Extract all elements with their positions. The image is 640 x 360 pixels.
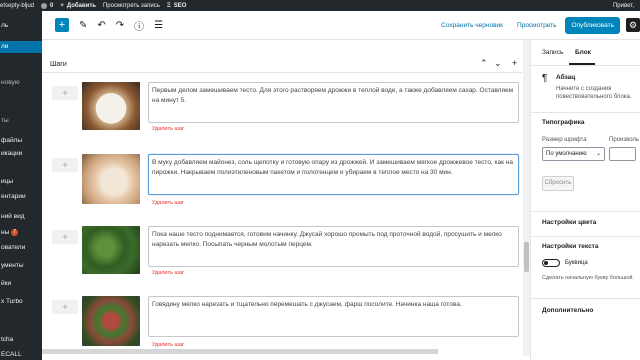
custom-size-input[interactable] — [609, 147, 636, 161]
step-text-field[interactable]: Пока наше тесто поднимается, готовим нач… — [148, 226, 519, 267]
admin-bar: etsepty-bljud 0 + Добавить Просмотреть за… — [0, 0, 640, 11]
content-scrollbar[interactable] — [523, 40, 530, 356]
font-size-label: Размер шрифта — [542, 137, 587, 143]
step-image[interactable] — [82, 296, 140, 346]
comments-link[interactable]: 0 — [41, 2, 54, 9]
menu-item-add-new[interactable]: новую — [0, 77, 42, 89]
menu-item-tools[interactable]: ументы — [0, 260, 42, 272]
seo-icon: Ξ — [166, 2, 171, 9]
advanced-section[interactable]: Дополнительно — [531, 298, 640, 328]
site-name-link[interactable]: etsepty-bljud — [0, 3, 34, 9]
editor-content: Шаги ⌃ ⌄ + + Первым делом замешиваем тес… — [42, 40, 530, 360]
menu-item-turbo[interactable]: x Turbo — [0, 296, 42, 308]
delete-step-link[interactable]: Удалить шаг — [152, 270, 184, 276]
seo-label: SEO — [173, 2, 187, 9]
settings-sidebar: Запись Блок ¶ Абзац Начните с создания п… — [530, 40, 640, 360]
menu-item-recall[interactable]: ECALL — [0, 349, 42, 360]
step-text-field[interactable]: В муку добавляем майонез, соль щепотку и… — [148, 154, 519, 195]
add-step-icon[interactable]: + — [512, 58, 517, 68]
dropcap-toggle[interactable] — [542, 259, 560, 267]
tab-block[interactable]: Блок — [575, 49, 591, 56]
view-post-link[interactable]: Просмотреть запись — [103, 3, 160, 9]
horizontal-scrollbar[interactable] — [42, 349, 438, 354]
steps-block-header: Шаги ⌃ ⌄ + — [42, 55, 522, 73]
menu-item-users[interactable]: ователи — [0, 242, 42, 254]
expand-down-icon[interactable]: ⌄ — [494, 58, 502, 69]
plugins-update-badge: 7 — [11, 228, 19, 236]
sidebar-tabs: Запись Блок — [531, 40, 640, 66]
editor-toolbar: + ✎ ↶ ↷ ⓘ ☰ Сохранить черновик Просмотре… — [42, 11, 640, 40]
block-description: Начните с создания повествовательного бл… — [556, 86, 632, 100]
drag-handle-icon[interactable]: + — [52, 300, 78, 314]
preview-button[interactable]: Просмотреть — [517, 22, 556, 29]
save-draft-button[interactable]: Сохранить черновик — [441, 22, 503, 29]
menu-item-3[interactable]: ты — [0, 115, 42, 127]
plugins-label: ны — [1, 229, 10, 236]
publish-button[interactable]: Опубликовать — [565, 16, 620, 34]
typography-section: Типографика Размер шрифта Произволь — [531, 112, 640, 216]
delete-step-link[interactable]: Удалить шаг — [152, 200, 184, 206]
content-scrollbar-thumb[interactable] — [524, 242, 529, 272]
collapse-up-icon[interactable]: ⌃ — [480, 58, 488, 69]
advanced-title[interactable]: Дополнительно — [542, 307, 593, 314]
seo-menu[interactable]: Ξ SEO — [167, 3, 187, 9]
delete-step-link[interactable]: Удалить шаг — [152, 342, 184, 348]
color-settings-title[interactable]: Настройки цвета — [542, 219, 596, 226]
undo-icon[interactable]: ↶ — [97, 20, 105, 31]
admin-side-menu: ль ли новую ты файлы икации ицы ентарии … — [0, 11, 42, 360]
menu-item-posts[interactable]: ли — [0, 41, 42, 53]
drag-handle-icon[interactable]: + — [52, 86, 78, 100]
menu-item-appearance[interactable]: ний вид — [0, 211, 42, 223]
dropcap-help: Сделать начальную букву большой. — [542, 275, 635, 281]
step-image[interactable] — [82, 82, 140, 130]
block-name: Абзац — [556, 74, 576, 81]
menu-item-0[interactable]: ль — [0, 20, 42, 32]
new-content-link[interactable]: + Добавить — [60, 3, 96, 9]
comments-count: 0 — [50, 2, 54, 9]
custom-size-label: Произволь — [609, 137, 640, 143]
block-navigation-icon[interactable]: ☰ — [154, 20, 163, 31]
delete-step-link[interactable]: Удалить шаг — [152, 126, 184, 132]
pencil-icon[interactable]: ✎ — [79, 20, 87, 31]
add-block-button[interactable]: + — [55, 18, 69, 32]
step-image[interactable] — [82, 226, 140, 274]
redo-icon[interactable]: ↷ — [116, 20, 124, 31]
settings-gear-icon[interactable]: ⚙ — [626, 18, 640, 32]
reset-button[interactable]: Сбросить — [542, 176, 574, 191]
step-text-field[interactable]: Говядину мелко нарезать и тщательно пере… — [148, 296, 519, 337]
steps-block-title: Шаги — [50, 61, 67, 68]
tab-document[interactable]: Запись — [542, 49, 563, 56]
chevron-down-icon: ⌄ — [595, 151, 601, 157]
step-text-field[interactable]: Первым делом замешиваем тесто. Для этого… — [148, 82, 519, 123]
typography-title[interactable]: Типографика — [542, 119, 584, 126]
plus-icon: + — [58, 18, 66, 31]
menu-item-media[interactable]: файлы — [0, 135, 42, 147]
menu-item-settings[interactable]: йки — [0, 278, 42, 290]
step-image[interactable] — [82, 154, 140, 204]
menu-item-captcha[interactable]: tcha — [0, 334, 42, 346]
new-label: Добавить — [66, 2, 96, 9]
paragraph-icon: ¶ — [542, 73, 548, 84]
dropcap-label: Буквица — [565, 260, 588, 266]
plus-icon: + — [60, 2, 64, 9]
info-icon[interactable]: ⓘ — [134, 18, 144, 33]
text-settings-title[interactable]: Настройки текста — [542, 243, 598, 250]
account-greeting[interactable]: Привет, — [613, 3, 634, 9]
menu-item-pages[interactable]: ицы — [0, 176, 42, 188]
color-settings-section[interactable]: Настройки цвета — [531, 211, 640, 236]
drag-handle-icon[interactable]: + — [52, 230, 78, 244]
menu-item-comments[interactable]: ентарии — [0, 191, 42, 203]
comment-icon — [41, 2, 48, 9]
active-tab-indicator — [569, 63, 595, 65]
drag-handle-icon[interactable]: + — [52, 158, 78, 172]
font-size-value: По умолчанию — [546, 151, 587, 157]
font-size-select[interactable]: По умолчанию ⌄ — [542, 147, 605, 161]
menu-item-publications[interactable]: икации — [0, 148, 42, 160]
menu-item-plugins[interactable]: ны 7 — [0, 227, 42, 239]
